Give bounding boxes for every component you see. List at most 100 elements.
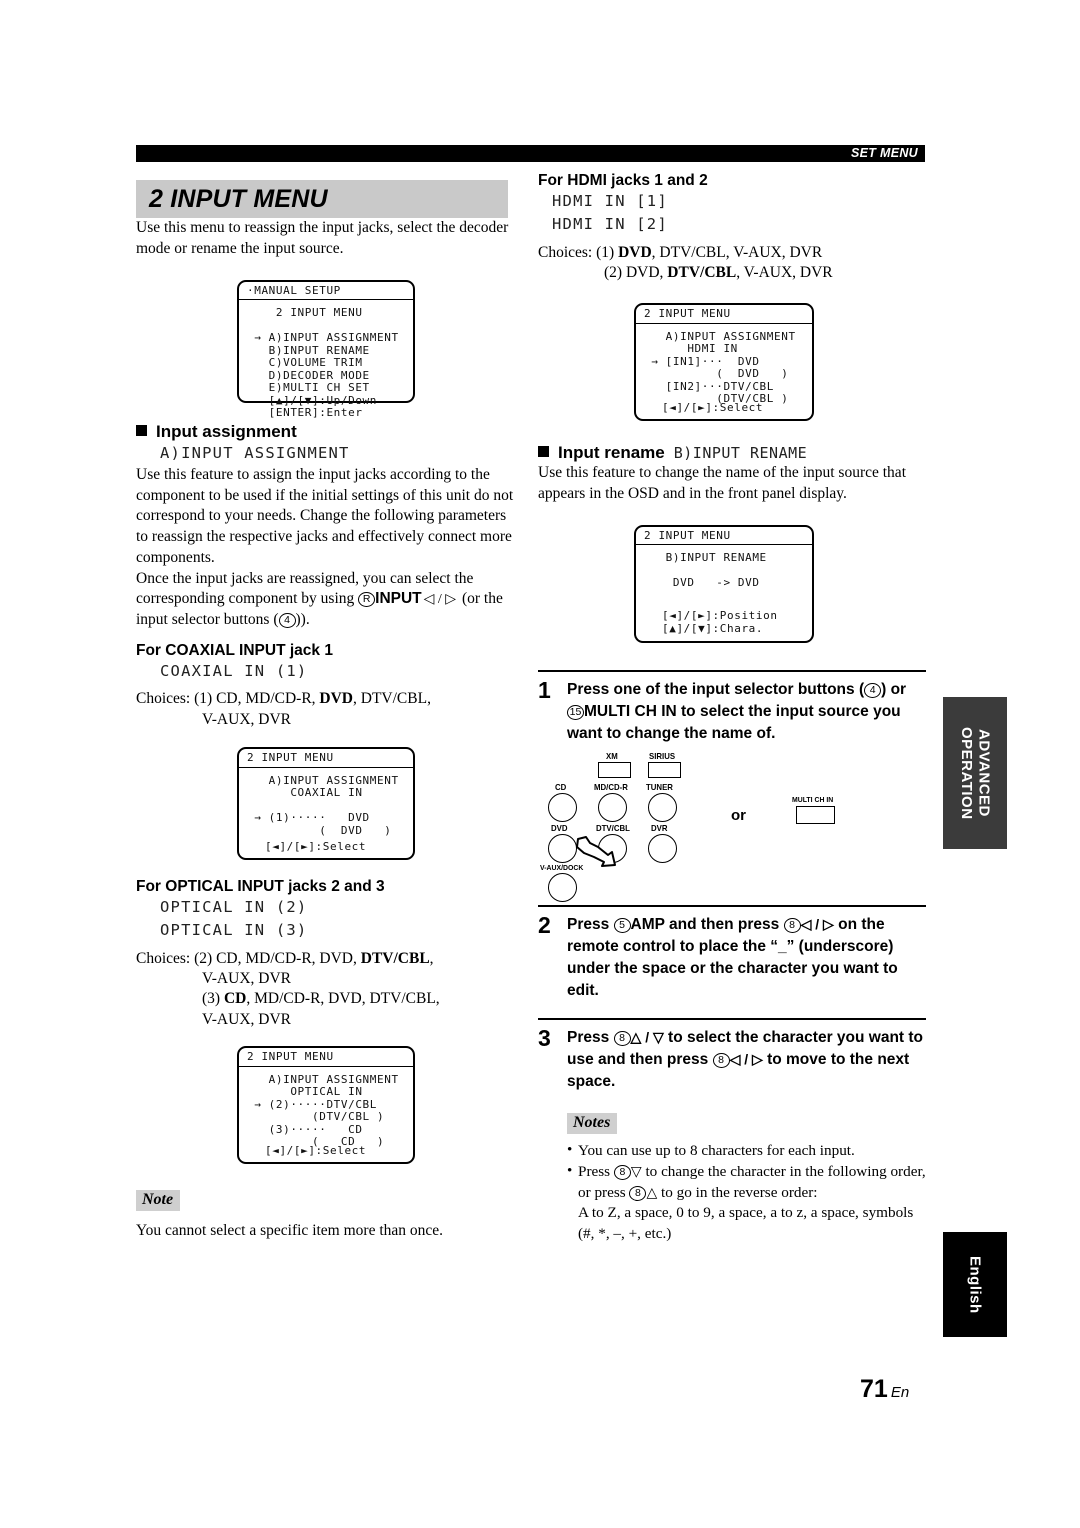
osd-body: 2 INPUT MENU → A)INPUT ASSIGNMENT B)INPU… — [254, 306, 399, 420]
side-tab-advanced-operation[interactable]: ADVANCED OPERATION — [943, 697, 1007, 849]
button-v-aux-dock[interactable] — [548, 872, 577, 902]
optical-choices-line1-post: , — [429, 949, 434, 967]
note2-c: to go in the reverse order: — [657, 1183, 818, 1201]
osd-input-rename: 2 INPUT MENU B)INPUT RENAME DVD -> DVD [… — [634, 524, 814, 643]
left-note-block: Note You cannot select a specific item m… — [136, 1190, 518, 1242]
left-right-arrows-icon: ◁ / ▷ — [800, 915, 834, 932]
section-title-banner: 2 INPUT MENU — [136, 180, 508, 218]
step-2: 2 Press 5 AMP and then press 8 ◁ / ▷ on th… — [538, 904, 926, 1002]
input-assignment-paragraph-2: Once the input jacks are reassigned, you… — [136, 569, 518, 631]
reference-circle-r: R — [358, 592, 376, 608]
right-column: For HDMI jacks 1 and 2 HDMI IN [1] HDMI … — [538, 172, 926, 1245]
optical-choices: Choices: (2) CD, MD/CD-R, DVD, DTV/CBL , … — [136, 949, 518, 1031]
para2-text-a: Once the input jacks are reassigned, you… — [136, 569, 474, 608]
osd-title: 2 INPUT MENU — [636, 527, 812, 546]
input-assignment-paragraph-1: Use this feature to assign the input jac… — [136, 465, 514, 566]
coaxial-default-value: DVD — [319, 690, 354, 708]
input-rename-code: B)INPUT RENAME — [673, 444, 808, 463]
reference-circle-15: 15 — [567, 704, 584, 720]
input-button-label: INPUT — [375, 590, 422, 608]
osd-manual-setup: ·MANUAL SETUP 2 INPUT MENU → A)INPUT ASS… — [237, 279, 415, 419]
button-label-dtv-cbl: DTV/CBL — [596, 822, 630, 833]
optical-choices-line3-post: , MD/CD-R, DVD, DTV/CBL, — [246, 990, 440, 1008]
button-multi-ch-in[interactable] — [796, 805, 835, 824]
reference-circle-8: 8 — [613, 1030, 631, 1046]
reference-circle-8: 8 — [629, 1185, 647, 1201]
hdmi-choices: Choices: (1) DVD, DTV/CBL, V-AUX, DVR (2… — [538, 243, 926, 284]
osd-title: 2 INPUT MENU — [239, 1048, 413, 1067]
button-label-multi-ch-in: MULTI CH IN — [792, 794, 834, 804]
osd-body: A)INPUT ASSIGNMENT COAXIAL IN → (1)·····… — [254, 773, 399, 837]
reference-circle-4: 4 — [278, 613, 296, 629]
optical-choices-label: Choices: — [136, 949, 191, 967]
input-assignment-code: A)INPUT ASSIGNMENT — [160, 443, 350, 462]
side-tab-language-label: English — [966, 1255, 984, 1314]
optical-2-default-value: DTV/CBL — [360, 949, 430, 967]
note-text: You cannot select a specific item more t… — [136, 1222, 444, 1240]
remote-button-diagram: XM SIRIUS CD MD/CD-R TUNER DVD DTV/CBL D… — [538, 750, 926, 902]
input-assignment-heading: Input assignment — [136, 422, 518, 442]
button-tuner[interactable] — [648, 792, 677, 822]
down-arrow-icon: ▽ — [630, 1165, 642, 1181]
multi-ch-in-label: MULTI CH IN — [584, 702, 677, 720]
hdmi-choices-line2: (2) DVD, DTV/CBL, V-AUX, DVR — [538, 263, 926, 283]
step2-c: and then press — [664, 915, 784, 933]
right-notes-block: Notes You can use up to 8 characters for… — [538, 1112, 926, 1244]
osd-title: 2 INPUT MENU — [636, 305, 812, 324]
step3-a: Press — [567, 1028, 614, 1046]
step-1-text: Press one of the input selector buttons … — [567, 679, 926, 745]
side-tab-language[interactable]: English — [943, 1232, 1007, 1337]
step1-b: ) or — [881, 680, 907, 698]
osd-footer: [◄]/[►]:Select — [662, 400, 764, 414]
reference-circle-8: 8 — [712, 1052, 730, 1068]
step-3: 3 Press 8 △ / ▽ to select the character y… — [538, 1017, 926, 1093]
coaxial-choices: Choices: (1) CD, MD/CD-R, DVD, DTV/CBL, … — [136, 689, 518, 730]
optical-choices-line3-pre: (3) — [202, 990, 224, 1008]
optical-choices-line4: V-AUX, DVR — [202, 1010, 291, 1028]
button-dvr[interactable] — [648, 833, 677, 863]
osd-title: 2 INPUT MENU — [239, 749, 413, 768]
osd-body: A)INPUT ASSIGNMENT HDMI IN → [IN1]··· DV… — [651, 329, 796, 406]
amp-button-label: AMP — [630, 915, 665, 933]
hdmi-choices-line1-post: , DTV/CBL, V-AUX, DVR — [651, 243, 823, 261]
reference-circle-8: 8 — [613, 1165, 631, 1181]
coaxial-choices-line1-pre: (1) CD, MD/CD-R, — [194, 690, 320, 708]
osd-footer-position: [◄]/[►]:Position — [662, 609, 778, 623]
coaxial-choices-line2: V-AUX, DVR — [202, 710, 291, 728]
optical-choices-line1-pre: (2) CD, MD/CD-R, DVD, — [194, 949, 361, 967]
step-2-text: Press 5 AMP and then press 8 ◁ / ▷ on the … — [567, 914, 926, 1002]
button-dvd[interactable] — [548, 833, 577, 863]
input-rename-paragraph: Use this feature to change the name of t… — [538, 464, 906, 503]
left-right-arrows-icon: ◁ / ▷ — [729, 1050, 763, 1067]
osd-body: A)INPUT ASSIGNMENT OPTICAL IN → (2)·····… — [254, 1072, 399, 1149]
button-label-xm: XM — [606, 750, 618, 761]
step-2-number: 2 — [538, 911, 551, 938]
left-right-arrows-icon: ◁ / ▷ — [423, 592, 457, 608]
notes-tag: Notes — [567, 1112, 618, 1134]
page-number: 71 En — [860, 1375, 909, 1404]
reference-circle-4: 4 — [864, 682, 882, 698]
step-3-number: 3 — [538, 1024, 551, 1051]
para2-text-d: )). — [295, 611, 310, 629]
optical-code-2: OPTICAL IN (2) — [160, 898, 308, 917]
button-sirius[interactable] — [648, 761, 681, 778]
coaxial-choices-label: Choices: — [136, 690, 191, 708]
button-cd[interactable] — [548, 792, 577, 822]
coaxial-code: COAXIAL IN (1) — [160, 661, 308, 680]
button-label-tuner: TUNER — [646, 781, 673, 792]
step-1: 1 Press one of the input selector button… — [538, 669, 926, 745]
or-label: or — [731, 806, 746, 824]
bullet-square-icon — [538, 446, 549, 458]
note-item-2: Press 8▽ to change the character in the … — [567, 1161, 926, 1244]
header-label: SET MENU — [851, 146, 918, 160]
button-label-dvd: DVD — [551, 822, 568, 833]
input-assignment-heading-label: Input assignment — [156, 421, 297, 441]
button-xm[interactable] — [598, 761, 631, 778]
hdmi-choices-label: Choices: — [538, 243, 593, 261]
page-title: 2 INPUT MENU — [149, 185, 328, 213]
step1-a: Press one of the input selector buttons … — [567, 680, 865, 698]
button-md-cd-r[interactable] — [598, 792, 627, 822]
reference-circle-8: 8 — [783, 917, 801, 933]
coaxial-choices-line1-post: , DTV/CBL, — [353, 690, 431, 708]
reference-circle-5: 5 — [613, 917, 631, 933]
